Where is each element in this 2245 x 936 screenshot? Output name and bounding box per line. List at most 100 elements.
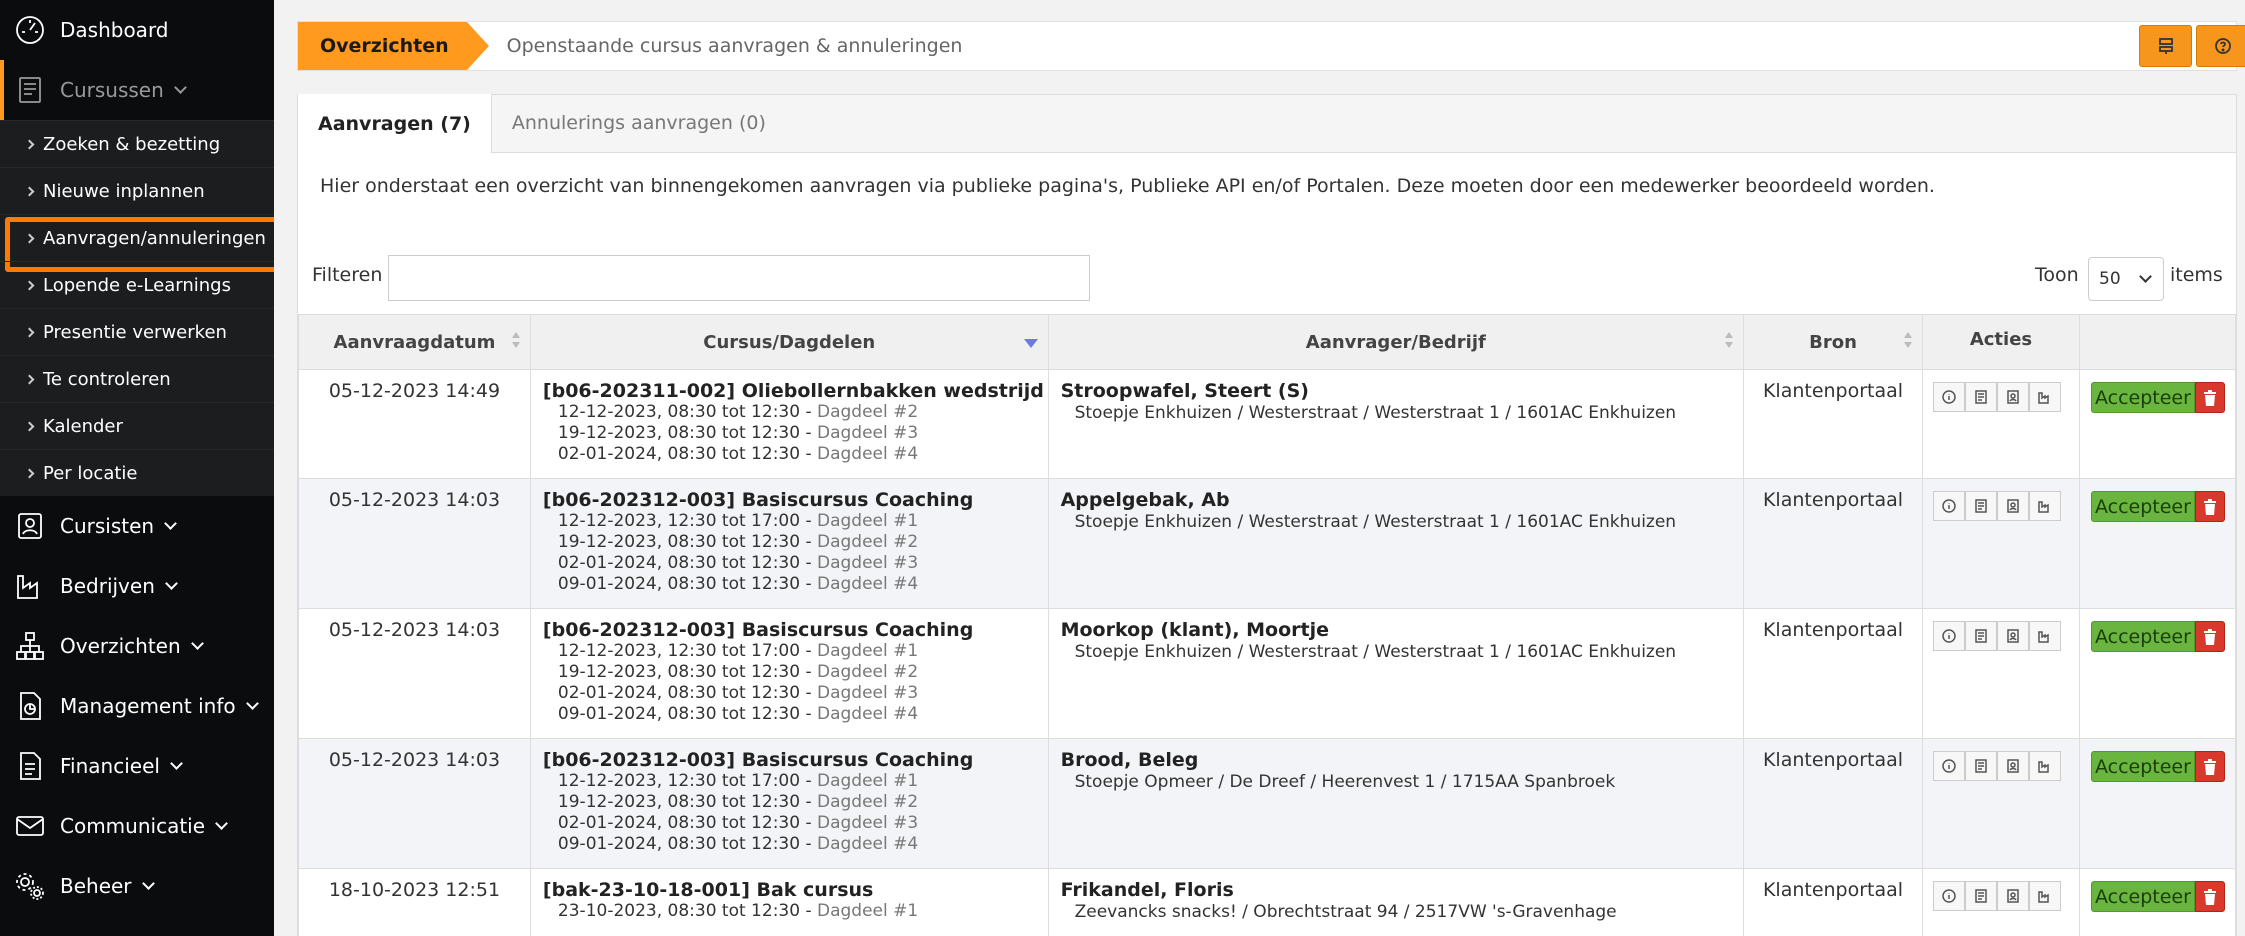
dagdeel-label: Dagdeel #2	[817, 662, 919, 682]
tab-annulerings-aanvragen[interactable]: Annulerings aanvragen (0)	[492, 94, 786, 152]
accept-button[interactable]: Accepteer	[2090, 491, 2195, 522]
subnav-nieuwe-inplannen[interactable]: Nieuwe inplannen	[0, 167, 274, 214]
subnav-per-locatie[interactable]: Per locatie	[0, 449, 274, 496]
nav-communicatie[interactable]: Communicatie	[0, 796, 274, 856]
accept-cell: Accepteer	[2078, 369, 2237, 479]
request-date: 05-12-2023 14:03	[298, 738, 531, 869]
nav-cursisten-label: Cursisten	[60, 514, 155, 538]
course-title[interactable]: [b06-202312-003] Basiscursus Coaching	[531, 619, 1048, 641]
breadcrumb-overzichten[interactable]: Overzichten	[298, 22, 489, 70]
request-date: 18-10-2023 12:51	[298, 868, 531, 936]
person-details-button[interactable]	[1997, 881, 2029, 911]
subnav-presentie-verwerken[interactable]: Presentie verwerken	[0, 308, 274, 355]
subnav-te-controleren[interactable]: Te controleren	[0, 355, 274, 402]
delete-button[interactable]	[2194, 881, 2225, 912]
accept-button[interactable]: Accepteer	[2090, 881, 2195, 912]
course-details-button[interactable]	[1965, 382, 1997, 412]
delete-button[interactable]	[2194, 751, 2225, 782]
course-details-button[interactable]	[1965, 621, 1997, 651]
dagdeel-time: 12-12-2023, 12:30 tot 17:00 -	[557, 641, 812, 661]
factory-icon	[2038, 891, 2049, 903]
layout-button[interactable]	[2139, 25, 2192, 67]
dagdeel-line: 19-12-2023, 08:30 tot 12:30 - Dagdeel #2	[531, 662, 1048, 683]
company-details-button[interactable]	[2029, 491, 2061, 521]
nav-dashboard[interactable]: Dashboard	[0, 0, 274, 60]
info-button[interactable]	[1933, 491, 1965, 521]
company-details-button[interactable]	[2029, 382, 2061, 412]
info-button[interactable]	[1933, 621, 1965, 651]
accept-button[interactable]: Accepteer	[2090, 382, 2195, 413]
factory-icon	[2038, 761, 2049, 773]
requester-name[interactable]: Moorkop (klant), Moortje	[1049, 619, 1743, 641]
nav-cursussen[interactable]: Cursussen	[0, 60, 274, 120]
dagdeel-label: Dagdeel #3	[817, 553, 919, 573]
info-button[interactable]	[1933, 382, 1965, 412]
dagdeel-label: Dagdeel #1	[817, 641, 919, 661]
dagdeel-time: 12-12-2023, 12:30 tot 17:00 -	[557, 511, 812, 531]
person-card-icon	[13, 509, 47, 543]
page-size-select[interactable]: 50	[2088, 257, 2164, 301]
nav-bedrijven-label: Bedrijven	[60, 574, 155, 598]
subnav-kalender[interactable]: Kalender	[0, 402, 274, 449]
info-button[interactable]	[1933, 881, 1965, 911]
sidebar: Dashboard Cursussen Zoeken & bezetting N…	[0, 0, 274, 936]
col-aanvrager-bedrijf[interactable]: Aanvrager/Bedrijf	[1047, 314, 1745, 370]
subnav-label: Kalender	[43, 415, 123, 437]
course-title[interactable]: [b06-202312-003] Basiscursus Coaching	[531, 749, 1048, 771]
tab-aanvragen[interactable]: Aanvragen (7)	[298, 94, 492, 153]
delete-button[interactable]	[2194, 382, 2225, 413]
requester-name[interactable]: Frikandel, Floris	[1049, 879, 1743, 901]
person-details-button[interactable]	[1997, 382, 2029, 412]
accept-button[interactable]: Accepteer	[2090, 751, 2195, 782]
actions-cell	[1922, 478, 2080, 609]
person-details-button[interactable]	[1997, 621, 2029, 651]
nav-management-info[interactable]: Management info	[0, 676, 274, 736]
nav-financieel[interactable]: Financieel	[0, 736, 274, 796]
trash-icon	[2203, 888, 2216, 905]
course-details-button[interactable]	[1965, 491, 1997, 521]
main-content: Overzichten Openstaande cursus aanvragen…	[274, 0, 2245, 936]
course-cell: [b06-202312-003] Basiscursus Coaching 12…	[529, 478, 1049, 609]
course-title[interactable]: [bak-23-10-18-001] Bak cursus	[531, 879, 1048, 901]
requester-name[interactable]: Brood, Beleg	[1049, 749, 1743, 771]
request-date: 05-12-2023 14:03	[298, 608, 531, 739]
person-details-button[interactable]	[1997, 751, 2029, 781]
subnav-zoeken-bezetting[interactable]: Zoeken & bezetting	[0, 120, 274, 167]
delete-button[interactable]	[2194, 621, 2225, 652]
filter-input[interactable]	[388, 255, 1090, 301]
requester-name[interactable]: Appelgebak, Ab	[1049, 489, 1743, 511]
chevron-down-icon	[173, 80, 187, 94]
nav-bedrijven[interactable]: Bedrijven	[0, 556, 274, 616]
course-title[interactable]: [b06-202312-003] Basiscursus Coaching	[531, 489, 1048, 511]
intro-text: Hier onderstaat een overzicht van binnen…	[320, 175, 1935, 197]
subnav-lopende-elearnings[interactable]: Lopende e-Learnings	[0, 261, 274, 308]
company-details-button[interactable]	[2029, 621, 2061, 651]
chevron-down-icon	[165, 576, 178, 590]
course-cell: [bak-23-10-18-001] Bak cursus 23-10-2023…	[529, 868, 1049, 936]
source: Klantenportaal	[1743, 738, 1923, 869]
course-details-button[interactable]	[1965, 751, 1997, 781]
col-bron[interactable]: Bron	[1743, 314, 1923, 370]
course-title[interactable]: [b06-202311-002] Oliebollernbakken wedst…	[531, 380, 1048, 402]
dagdeel-time: 19-12-2023, 08:30 tot 12:30 -	[557, 423, 812, 443]
requests-panel: Aanvragen (7) Annulerings aanvragen (0) …	[297, 94, 2237, 936]
chevron-right-icon	[24, 374, 35, 384]
request-date: 05-12-2023 14:49	[298, 369, 531, 479]
col-aanvraagdatum[interactable]: Aanvraagdatum	[298, 314, 531, 370]
col-cursus-dagdelen[interactable]: Cursus/Dagdelen	[529, 314, 1049, 370]
accept-button[interactable]: Accepteer	[2090, 621, 2195, 652]
nav-overzichten[interactable]: Overzichten	[0, 616, 274, 676]
subnav-aanvragen-annuleringen[interactable]: Aanvragen/annuleringen	[0, 214, 274, 272]
course-details-button[interactable]	[1965, 881, 1997, 911]
person-details-button[interactable]	[1997, 491, 2029, 521]
company-details-button[interactable]	[2029, 881, 2061, 911]
nav-beheer[interactable]: Beheer	[0, 856, 274, 916]
requester-name[interactable]: Stroopwafel, Steert (S)	[1049, 380, 1743, 402]
dagdeel-time: 23-10-2023, 08:30 tot 12:30 -	[557, 901, 812, 921]
help-button[interactable]	[2196, 25, 2245, 67]
delete-button[interactable]	[2194, 491, 2225, 522]
chevron-right-icon	[24, 139, 35, 149]
info-button[interactable]	[1933, 751, 1965, 781]
nav-cursisten[interactable]: Cursisten	[0, 496, 274, 556]
company-details-button[interactable]	[2029, 751, 2061, 781]
